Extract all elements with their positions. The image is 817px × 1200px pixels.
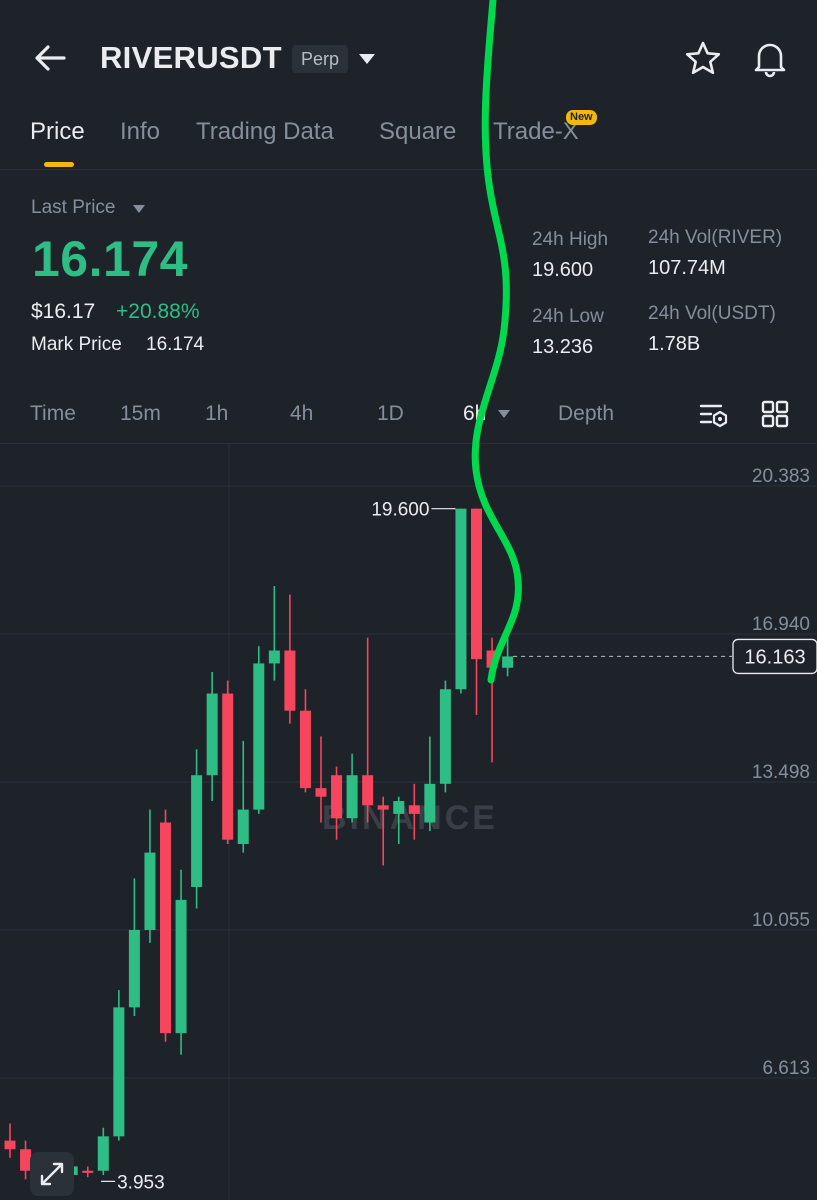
last-price-label[interactable]: Last Price (31, 197, 115, 219)
bell-icon[interactable] (750, 38, 790, 78)
candle-body (160, 822, 171, 1034)
last-price: 16.174 (32, 231, 188, 287)
timeframe-15m[interactable]: 15m (120, 402, 161, 426)
candle-body (237, 809, 249, 845)
candle-body (175, 899, 187, 1034)
candle-body (113, 1007, 125, 1137)
star-icon[interactable] (684, 40, 722, 78)
y-tick-label: 16.940 (752, 614, 810, 635)
last-price-caret-icon[interactable] (132, 204, 146, 214)
contract-type-badge: Perp (292, 45, 349, 73)
top-bar: RIVERUSDT Perp (0, 0, 817, 110)
candle-body (362, 775, 374, 806)
candle-body (191, 775, 203, 887)
candle-body (377, 805, 389, 810)
low-24h-value: 13.236 (532, 336, 594, 358)
candle-body (206, 693, 218, 776)
y-tick-label: 10.055 (752, 910, 810, 931)
vol-quote-label: 24h Vol(USDT) (648, 303, 776, 324)
high-24h-value: 19.600 (532, 259, 594, 281)
y-tick-label: 6.613 (762, 1058, 810, 1079)
candle-body (284, 650, 296, 711)
tab-price[interactable]: Price (30, 118, 85, 146)
candle-body (408, 805, 420, 814)
timeframe-caret-icon[interactable] (497, 409, 511, 419)
candle-body (502, 656, 514, 668)
candle-body (331, 775, 343, 819)
tab-trading-data[interactable]: Trading Data (196, 118, 334, 146)
mark-price-label: Mark Price (31, 334, 122, 355)
candle-body (82, 1170, 94, 1173)
new-badge: New (566, 110, 597, 125)
active-tab-indicator (44, 162, 74, 167)
layout-grid-icon[interactable] (761, 400, 789, 428)
tab-square[interactable]: Square (379, 118, 456, 146)
candle-body (439, 689, 451, 784)
timeframe-6h[interactable]: 6h (463, 402, 486, 426)
back-arrow-icon[interactable] (32, 40, 68, 76)
vol-base-value: 107.74M (648, 257, 726, 279)
vol-quote-value: 1.78B (648, 333, 701, 355)
timeframe-time[interactable]: Time (30, 402, 76, 426)
candle-body (315, 788, 327, 797)
fullscreen-button[interactable] (30, 1152, 74, 1196)
candle-body (486, 650, 498, 668)
price-change-percent: +20.88% (116, 300, 200, 323)
timeframe-1d[interactable]: 1D (377, 402, 404, 426)
expand-arrows-icon (40, 1162, 64, 1186)
candle-body (4, 1140, 16, 1150)
section-tabs: Price Info Trading Data Square Trade-X (0, 110, 817, 170)
low-24h-label: 24h Low (532, 306, 604, 327)
candle-body (222, 693, 234, 840)
candlestick-chart[interactable]: 20.38316.94013.49810.0556.613BINANCE19.6… (0, 444, 817, 1200)
candle-body (144, 852, 156, 930)
candle-body (128, 929, 140, 1008)
timeframe-1h[interactable]: 1h (205, 402, 228, 426)
vol-base-label: 24h Vol(RIVER) (648, 227, 783, 248)
tab-trade-x[interactable]: Trade-X (493, 118, 579, 146)
chart-settings-icon[interactable] (698, 400, 730, 430)
mark-price: 16.174 (146, 334, 205, 355)
candle-body (393, 801, 405, 814)
candle-body (97, 1136, 109, 1171)
usd-price: $16.17 (31, 300, 96, 323)
candle-body (268, 650, 280, 664)
tab-info[interactable]: Info (120, 118, 160, 146)
price-chart-area[interactable]: 20.383 16.940 13.498 10.055 6.613 BINANCE 19.6… (0, 443, 817, 1200)
y-tick-label: 13.498 (752, 762, 810, 783)
candle-body (346, 775, 358, 819)
current-price-label: 16.163 (744, 646, 805, 668)
low-marker-label: 3.953 (117, 1172, 165, 1193)
timeframe-depth[interactable]: Depth (558, 402, 614, 426)
candle-body (471, 508, 482, 660)
candle-body (424, 783, 436, 823)
pair-title[interactable]: RIVERUSDT (100, 40, 282, 76)
timeframe-4h[interactable]: 4h (290, 402, 313, 426)
caret-down-icon[interactable] (358, 52, 376, 66)
candle-body (455, 508, 467, 690)
high-marker-label: 19.600 (371, 500, 429, 521)
y-tick-label: 20.383 (752, 466, 810, 487)
candle-body (253, 663, 265, 810)
candle-body (299, 710, 311, 789)
high-24h-label: 24h High (532, 229, 609, 250)
